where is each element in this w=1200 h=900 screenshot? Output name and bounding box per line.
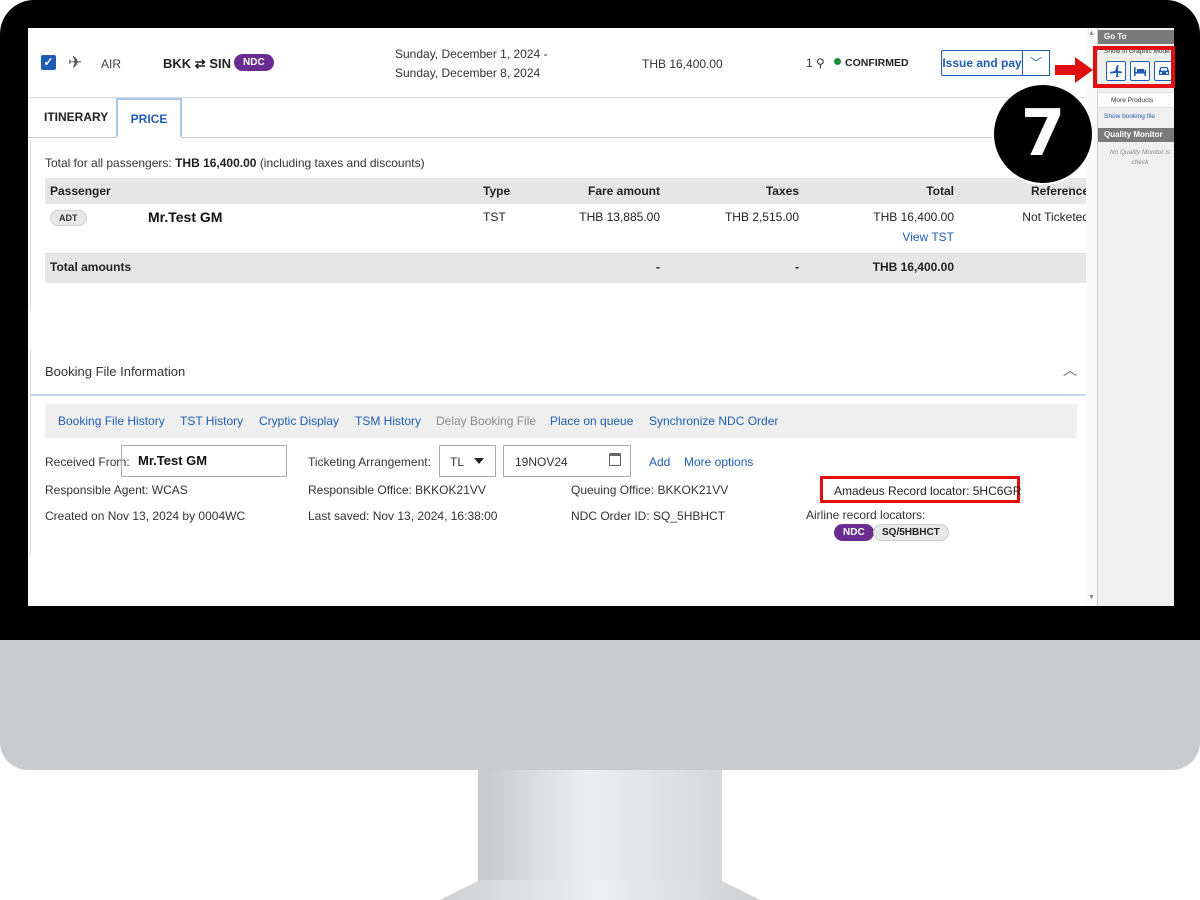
- caret-down-icon: [474, 458, 484, 464]
- ticketing-arrangement-label: Ticketing Arrangement:: [308, 455, 431, 469]
- add-link[interactable]: Add: [649, 455, 670, 469]
- cryptic-display-link[interactable]: Cryptic Display: [259, 414, 339, 428]
- more-products[interactable]: More Products: [1098, 92, 1174, 108]
- ndc-badge: NDC: [834, 524, 874, 541]
- airline-record-locators-label: Airline record locators:: [806, 508, 926, 522]
- scroll-down-icon[interactable]: ▼: [1088, 594, 1095, 601]
- route-destination: SIN: [209, 56, 231, 71]
- row-reference: Not Ticketed: [1022, 210, 1089, 224]
- row-total: THB 16,400.00: [873, 210, 954, 224]
- section-title: Booking File Information: [45, 364, 186, 379]
- swap-icon: ⇄: [194, 56, 206, 71]
- booking-header: ✓ ✈ AIR BKK ⇄ SIN NDC Sunday, December 1…: [28, 28, 1096, 98]
- delay-booking-file-link: Delay Booking File: [436, 414, 537, 428]
- view-tst-link[interactable]: View TST: [902, 230, 954, 244]
- total-suffix: (including taxes and discounts): [259, 156, 425, 170]
- queuing-office: Queuing Office: BKKOK21VV: [571, 483, 729, 497]
- place-on-queue-link[interactable]: Place on queue: [550, 414, 633, 428]
- totals-total: THB 16,400.00: [872, 260, 954, 274]
- monitor-stand: [478, 770, 722, 885]
- chevron-up-icon[interactable]: ︿: [1063, 360, 1077, 380]
- person-icon: ⚲: [816, 56, 825, 70]
- last-saved: Last saved: Nov 13, 2024, 16:38:00: [308, 509, 498, 523]
- col-passenger: Passenger: [50, 184, 111, 198]
- route-origin: BKK: [163, 56, 192, 71]
- date-end: Sunday, December 8, 2024: [395, 66, 541, 80]
- status-dot-icon: [834, 58, 841, 65]
- chevron-down-icon[interactable]: ﹀: [1023, 50, 1050, 76]
- received-from-label: Received From:: [45, 455, 130, 469]
- select-checkbox[interactable]: ✓: [41, 55, 56, 70]
- step-number-badge: 7: [992, 83, 1094, 185]
- issue-and-pay-button[interactable]: Issue and pay: [941, 50, 1023, 76]
- total-prefix: Total for all passengers:: [45, 156, 172, 170]
- airline-locator-badge: SQ/5HBHCT: [873, 524, 949, 541]
- total-summary: Total for all passengers: THB 16,400.00 …: [45, 156, 425, 170]
- red-arrow-icon: [1055, 57, 1093, 83]
- row-type: TST: [483, 210, 506, 224]
- ticketing-type-select[interactable]: TL: [439, 445, 496, 477]
- more-options-link[interactable]: More options: [684, 455, 753, 469]
- passenger-count-value: 1: [806, 56, 813, 70]
- route: BKK ⇄ SIN: [163, 56, 231, 72]
- highlight-box: [1093, 46, 1175, 88]
- plane-icon: ✈: [68, 53, 83, 72]
- created-on: Created on Nov 13, 2024 by 0004WC: [45, 509, 246, 523]
- status-badge: CONFIRMED: [834, 57, 909, 69]
- totals-fare: -: [656, 260, 660, 274]
- col-fare-amount: Fare amount: [587, 184, 660, 198]
- booking-file-links: Booking File History TST History Cryptic…: [45, 404, 1077, 438]
- tab-bar: ITINERARY PRICE: [28, 98, 1096, 138]
- ndc-order-id: NDC Order ID: SQ_5HBHCT: [571, 509, 726, 523]
- col-taxes: Taxes: [765, 184, 799, 198]
- date-start: Sunday, December 1, 2024 -: [395, 47, 548, 61]
- quality-monitor-header: Quality Monitor: [1098, 128, 1174, 142]
- passenger-count: 1 ⚲: [806, 56, 825, 70]
- tab-itinerary[interactable]: ITINERARY: [44, 98, 108, 138]
- row-taxes: THB 2,515.00: [724, 210, 799, 224]
- monitor-foot: [440, 880, 760, 900]
- divider: [30, 396, 31, 556]
- price-table: Passenger Type Fare amount Taxes Total R…: [45, 178, 1089, 283]
- row-fare: THB 13,885.00: [579, 210, 660, 224]
- responsible-office: Responsible Office: BKKOK21VV: [308, 483, 486, 497]
- col-reference: Reference: [1030, 184, 1089, 198]
- goto-header: Go To: [1098, 30, 1174, 44]
- table-row: ADT Mr.Test GM TST THB 13,885.00 THB 2,5…: [45, 204, 1089, 254]
- booking-file-history-link[interactable]: Booking File History: [58, 414, 165, 428]
- col-total: Total: [926, 184, 954, 198]
- header-price: THB 16,400.00: [642, 57, 723, 71]
- monitor-chin: [0, 640, 1200, 770]
- total-value: THB 16,400.00: [175, 156, 257, 170]
- table-header: Passenger Type Fare amount Taxes Total R…: [45, 178, 1089, 204]
- status-label: CONFIRMED: [845, 57, 909, 69]
- tab-price[interactable]: PRICE: [116, 98, 182, 138]
- pax-type-badge: ADT: [50, 210, 87, 226]
- tst-history-link[interactable]: TST History: [180, 414, 243, 428]
- quality-monitor-text: No Quality Monitor is check: [1109, 149, 1171, 166]
- booking-file-section-header[interactable]: Booking File Information ︿: [30, 350, 1089, 396]
- scroll-up-icon[interactable]: ▲: [1088, 30, 1095, 37]
- product-label: AIR: [101, 57, 122, 71]
- passenger-name: Mr.Test GM: [148, 209, 223, 225]
- received-from-input[interactable]: Mr.Test GM: [121, 445, 287, 477]
- col-type: Type: [483, 184, 511, 198]
- synchronize-ndc-order-link[interactable]: Synchronize NDC Order: [649, 414, 778, 428]
- tsm-history-link[interactable]: TSM History: [355, 414, 421, 428]
- calendar-icon[interactable]: [609, 453, 621, 466]
- totals-label: Total amounts: [50, 260, 132, 274]
- totals-row: Total amounts - - THB 16,400.00: [45, 254, 1089, 283]
- right-sidebar: Go To Show in Graphic Mode More Products…: [1097, 28, 1174, 606]
- travel-dates: Sunday, December 1, 2024 - Sunday, Decem…: [395, 45, 548, 83]
- show-booking-file-link[interactable]: Show booking file: [1104, 113, 1155, 120]
- responsible-agent: Responsible Agent: WCAS: [45, 483, 188, 497]
- amadeus-record-locator: Amadeus Record locator: 5HC6GR: [834, 484, 1022, 498]
- totals-taxes: -: [795, 260, 799, 274]
- ndc-badge: NDC: [234, 54, 274, 71]
- divider: [30, 140, 31, 310]
